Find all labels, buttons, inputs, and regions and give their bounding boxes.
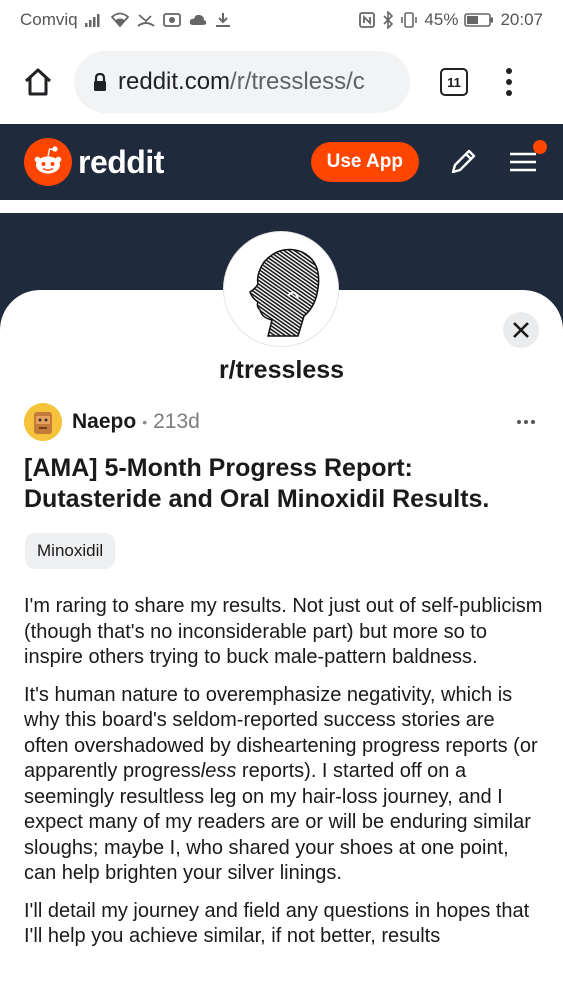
status-bar-right: 45% 20:07: [358, 10, 543, 30]
reddit-header: reddit Use App: [0, 124, 563, 200]
subreddit-name[interactable]: r/tressless: [0, 356, 563, 385]
reddit-wordmark[interactable]: reddit: [78, 144, 164, 181]
clock: 20:07: [500, 10, 543, 29]
camera-icon: [162, 13, 181, 27]
notification-dot: [533, 140, 547, 154]
cloud-icon: [189, 14, 206, 25]
reddit-logo-icon[interactable]: [24, 138, 72, 186]
address-bar[interactable]: reddit.com/r/tressless/c: [74, 51, 410, 113]
battery-percent: 45%: [424, 10, 459, 29]
body-paragraph: I'll detail my journey and field any que…: [24, 899, 530, 948]
post-body: I'm raring to share my results. Not just…: [24, 594, 544, 962]
tab-count: 11: [447, 74, 461, 90]
post-flair[interactable]: Minoxidil: [25, 533, 116, 569]
header-separator: [0, 200, 563, 213]
subreddit-avatar: [224, 232, 338, 346]
nfc-icon: [359, 12, 376, 28]
author-name[interactable]: Naepo: [72, 410, 136, 434]
close-button[interactable]: [503, 312, 539, 348]
meta-separator: •: [142, 414, 148, 430]
tab-switcher-button[interactable]: 11: [440, 68, 468, 96]
post-options-button[interactable]: [517, 420, 539, 424]
user-avatar[interactable]: [24, 403, 62, 441]
vibrate-icon: [401, 12, 418, 28]
download-icon: [215, 13, 230, 27]
emphasis-text: less: [200, 760, 237, 782]
post-title[interactable]: [AMA] 5-Month Progress Report: Dutasteri…: [24, 453, 544, 515]
browser-menu-button[interactable]: [504, 68, 514, 96]
pencil-icon[interactable]: [447, 146, 479, 178]
body-paragraph: It's human nature to overemphasize negat…: [24, 683, 544, 887]
carrier-label: Comviq: [20, 10, 78, 29]
use-app-button[interactable]: Use App: [310, 142, 419, 182]
missed-call-icon: [137, 14, 155, 27]
home-button[interactable]: [16, 60, 60, 104]
wifi-icon: [110, 12, 129, 28]
close-icon: [513, 322, 529, 338]
browser-toolbar: reddit.com/r/tressless/c 11: [0, 40, 563, 124]
post-meta: Naepo • 213d: [24, 403, 539, 441]
more-horiz-icon: [517, 420, 521, 424]
battery-icon: [464, 13, 494, 27]
signal-icon: [84, 14, 100, 27]
url-path: /r/tressless/c: [230, 68, 365, 95]
more-vert-icon: [506, 68, 512, 74]
hamburger-menu-button[interactable]: [507, 140, 547, 178]
url-text: reddit.com/r/tressless/c: [118, 68, 365, 96]
bluetooth-icon: [383, 11, 394, 29]
lock-icon: [92, 72, 108, 92]
status-bar-left: Comviq: [20, 10, 232, 30]
post-age: 213d: [153, 410, 200, 433]
url-host: reddit.com: [118, 68, 231, 95]
status-bar: Comviq 45% 20:07: [0, 0, 563, 40]
body-paragraph: I'm raring to share my results. Not just…: [24, 595, 543, 668]
home-icon: [24, 68, 52, 96]
